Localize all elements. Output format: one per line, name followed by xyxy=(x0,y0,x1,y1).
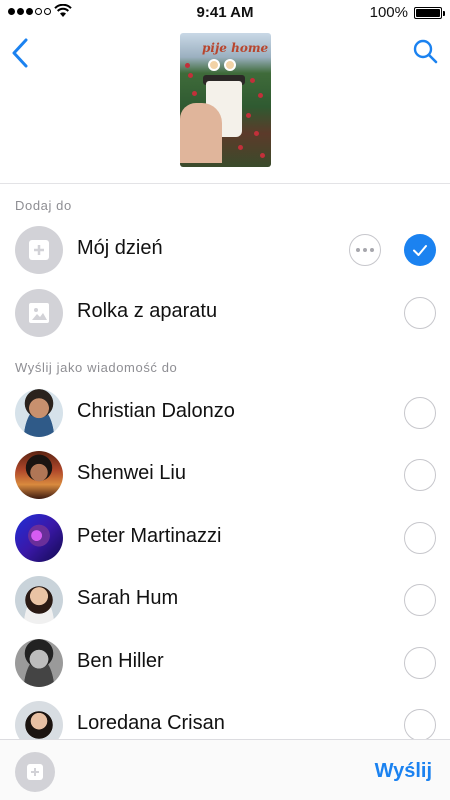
add-to-row-my-day[interactable]: Mój dzień xyxy=(0,219,450,281)
bottom-bar: Wyślij xyxy=(0,739,450,800)
checkbox[interactable] xyxy=(404,397,436,429)
checkbox-checked[interactable] xyxy=(404,234,436,266)
contact-row[interactable]: Sarah Hum xyxy=(0,569,450,631)
plus-icon xyxy=(15,226,63,274)
contact-row[interactable]: Shenwei Liu xyxy=(0,444,450,506)
checkbox[interactable] xyxy=(404,584,436,616)
battery-percent: 100% xyxy=(369,4,408,21)
chevron-left-icon[interactable] xyxy=(8,36,32,70)
section-label-add-to: Dodaj do xyxy=(15,198,72,213)
contact-row[interactable]: Ben Hiller xyxy=(0,632,450,694)
preview-sticker-text: pije home xyxy=(202,41,269,55)
checkbox[interactable] xyxy=(404,522,436,554)
contact-name: Peter Martinazzi xyxy=(77,525,222,547)
avatar xyxy=(15,514,63,562)
row-label: Rolka z aparatu xyxy=(77,300,218,322)
contact-row[interactable]: Peter Martinazzi xyxy=(0,507,450,569)
avatar xyxy=(15,389,63,437)
contact-name: Loredana Crisan xyxy=(77,712,225,734)
contact-name: Shenwei Liu xyxy=(77,462,186,484)
contact-name: Ben Hiller xyxy=(77,650,164,672)
avatar xyxy=(15,451,63,499)
contact-name: Christian Dalonzo xyxy=(77,400,235,422)
row-label: Mój dzień xyxy=(77,237,163,259)
checkbox[interactable] xyxy=(404,709,436,741)
search-icon[interactable] xyxy=(412,38,438,64)
section-label-send-as-message: Wyślij jako wiadomość do xyxy=(15,360,178,375)
status-bar: 9:41 AM 100% xyxy=(0,0,450,24)
checkbox[interactable] xyxy=(404,297,436,329)
header-divider xyxy=(0,183,450,184)
send-button[interactable]: Wyślij xyxy=(375,760,432,783)
checkbox[interactable] xyxy=(404,459,436,491)
contact-name: Sarah Hum xyxy=(77,587,179,609)
avatar xyxy=(15,639,63,687)
checkbox[interactable] xyxy=(404,647,436,679)
more-options-icon[interactable] xyxy=(349,234,381,266)
story-preview-thumbnail[interactable]: pije home xyxy=(180,33,271,167)
contact-row[interactable]: Christian Dalonzo xyxy=(0,382,450,444)
avatar xyxy=(15,576,63,624)
add-icon[interactable] xyxy=(15,752,55,792)
add-to-row-camera-roll[interactable]: Rolka z aparatu xyxy=(0,282,450,344)
battery-icon xyxy=(414,7,445,19)
image-icon xyxy=(15,289,63,337)
